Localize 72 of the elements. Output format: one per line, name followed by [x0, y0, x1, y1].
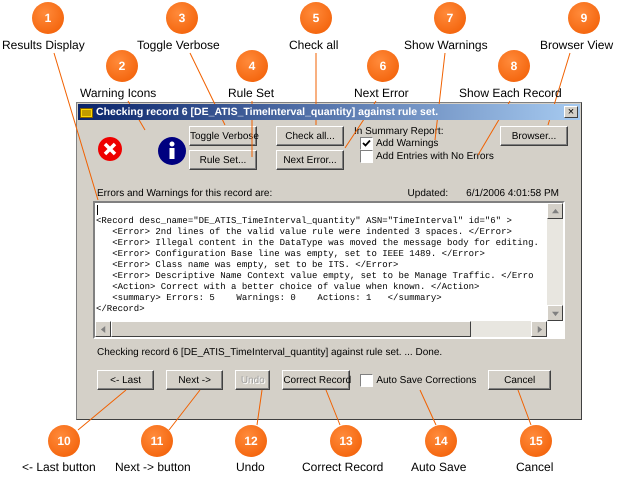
code-line: <Error> 2nd lines of the valid value rule were indented 3 spaces. </Error>	[111, 227, 513, 238]
callout-label: Rule Set	[228, 86, 274, 100]
checkbox[interactable]: Add Entries with No Errors	[360, 150, 500, 163]
code-line: <summary> Errors: 5 Warnings: 0 Actions: 1 </summary>	[111, 293, 443, 304]
leader-line	[420, 390, 436, 426]
callout-label: Show Warnings	[404, 38, 488, 52]
cancel-button[interactable]: Cancel	[488, 370, 552, 390]
callout-number: 1	[32, 2, 64, 34]
code-line: <Error> Illegal content in the DataType was moved the message body for editing.	[111, 238, 540, 249]
callout-number: 11	[141, 425, 173, 457]
callout-label: Cancel	[516, 460, 554, 474]
callout-label: <- Last button	[22, 460, 96, 474]
vertical-scrollbar[interactable]	[547, 203, 563, 321]
leader-line	[326, 390, 340, 426]
callout-label: Next Error	[354, 86, 409, 100]
callout-number: 4	[236, 50, 268, 82]
button[interactable]: Next ->	[166, 370, 224, 390]
info-icon	[157, 136, 187, 166]
checkmark-icon	[362, 139, 371, 148]
button[interactable]: Rule Set...	[189, 150, 257, 170]
callout-number: 2	[106, 50, 138, 82]
callout-number: 5	[300, 2, 332, 34]
button[interactable]: Check all...	[276, 126, 344, 146]
updated-label: Updated:	[408, 188, 448, 199]
error-icon	[97, 136, 123, 162]
callout-label: Check all	[289, 38, 338, 52]
folder-icon	[80, 106, 93, 118]
results-text-area[interactable]	[93, 201, 565, 339]
button[interactable]: <- Last	[97, 370, 154, 390]
callout-number: 10	[48, 425, 80, 457]
callout-label: Auto Save	[411, 460, 466, 474]
horizontal-scrollbar[interactable]	[95, 321, 547, 337]
button[interactable]: Next Error...	[276, 150, 344, 170]
callout-number: 9	[568, 2, 600, 34]
code-line: <Error> Configuration Base line was empty, set to IEEE 1489. </Error>	[111, 249, 486, 260]
callout-number: 13	[330, 425, 362, 457]
code-line: <Error> Descriptive Name Context value empty, set to be Manage Traffic. </Erro	[111, 271, 534, 282]
callout-label: Browser View	[540, 38, 614, 52]
code-line: <Record desc_name="DE_ATIS_TimeInterval_quantity" ASN="TimeInterval" id="6" >	[96, 216, 513, 227]
left-arrow-icon	[100, 326, 106, 332]
callout-label: Undo	[236, 460, 265, 474]
callout-number: 7	[434, 2, 466, 34]
callout-number: 3	[166, 2, 198, 34]
browser-button[interactable]: Browser...	[500, 126, 568, 146]
code-line: <Action> Correct with a better choice of value when known. </Action>	[111, 282, 480, 293]
status-text: Checking record 6 [DE_ATIS_TimeInterval_quantity] against rule set. ... Done.	[96, 347, 444, 358]
callout-number: 15	[520, 425, 552, 457]
callout-label: Next -> button	[115, 460, 191, 474]
leader-line	[256, 390, 262, 426]
code-line: <Error> Class name was empty, set to be ITS. </Error>	[111, 260, 400, 271]
callout-label: Correct Record	[302, 460, 384, 474]
leader-line	[78, 390, 126, 430]
leader-line	[518, 390, 532, 426]
callout-label: Warning Icons	[80, 86, 156, 100]
up-arrow-icon	[552, 208, 558, 214]
results-heading: Errors and Warnings for this record are:	[97, 188, 272, 199]
callout-number: 6	[367, 50, 399, 82]
callout-label: Toggle Verbose	[137, 38, 220, 52]
down-arrow-icon	[552, 310, 558, 316]
checkbox[interactable]: Add Warnings	[360, 137, 500, 150]
checkbox[interactable]: Auto Save Corrections	[360, 374, 476, 386]
callout-number: 14	[425, 425, 457, 457]
code-line: </Record>	[96, 304, 146, 315]
close-button[interactable]: ×	[564, 106, 578, 118]
updated-time: 6/1/2006 4:01:58 PM	[466, 188, 559, 199]
right-arrow-icon	[536, 326, 542, 332]
callout-number: 12	[235, 425, 267, 457]
leader-line	[168, 390, 200, 430]
text-cursor	[97, 205, 98, 215]
callout-number: 8	[498, 50, 530, 82]
callout-label: Results Display	[2, 38, 85, 52]
window-title: Checking record 6 [DE_ATIS_TimeInterval_quantity] against rule set.	[96, 106, 440, 118]
